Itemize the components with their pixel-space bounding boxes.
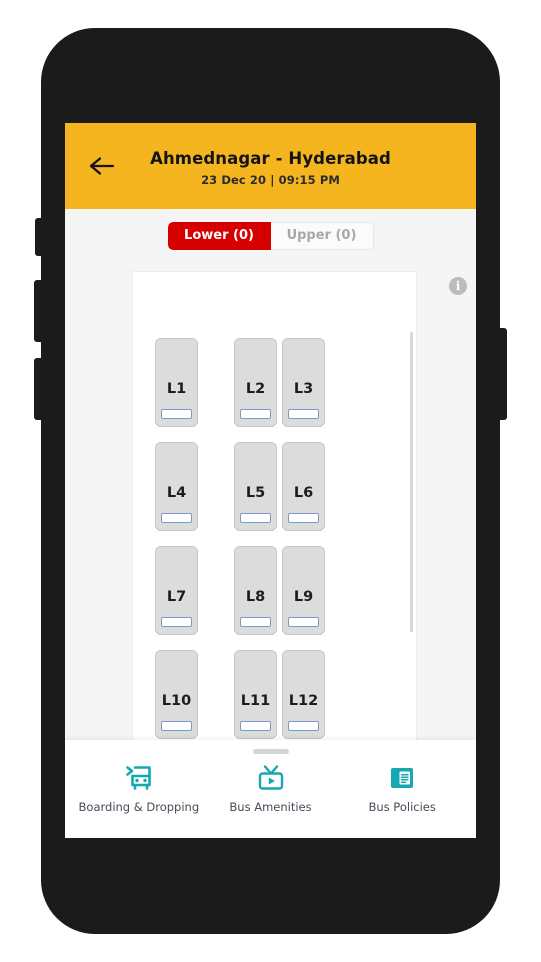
- app-screen: Ahmednagar - Hyderabad 23 Dec 20 | 09:15…: [65, 123, 476, 838]
- seat-armrest-indicator: [240, 721, 271, 731]
- seat-label: L6: [293, 485, 314, 501]
- seat-L2[interactable]: L2: [234, 338, 277, 427]
- seat-L1[interactable]: L1: [155, 338, 198, 427]
- seat-L6[interactable]: L6: [282, 442, 325, 531]
- tab-lower-deck[interactable]: Lower (0): [167, 221, 271, 250]
- power-button[interactable]: [498, 328, 507, 420]
- seat-L11[interactable]: L11: [234, 650, 277, 739]
- seat-label: L10: [161, 693, 192, 709]
- seat-L3[interactable]: L3: [282, 338, 325, 427]
- back-button[interactable]: [85, 149, 119, 183]
- seat-armrest-indicator: [240, 409, 271, 419]
- seatmap-scrollbar[interactable]: [410, 332, 413, 632]
- deck-tabbar: Lower (0) Upper (0): [65, 209, 476, 262]
- seat-L10[interactable]: L10: [155, 650, 198, 739]
- seat-row: L7 L8 L9: [133, 546, 416, 650]
- seat-armrest-indicator: [161, 617, 192, 627]
- nav-item-bus-amenities[interactable]: Bus Amenities: [205, 763, 337, 814]
- nav-item-bus-policies[interactable]: Bus Policies: [336, 763, 468, 814]
- seat-rows: L1 L2 L3 L4 L5 L6 L7 L8 L9 L10 L11 L12: [133, 272, 416, 754]
- seat-L5[interactable]: L5: [234, 442, 277, 531]
- bottom-nav: Boarding & Dropping Bus Amenities Bus Po…: [65, 754, 476, 814]
- seat-armrest-indicator: [240, 513, 271, 523]
- volume-up-button[interactable]: [34, 280, 43, 342]
- journey-datetime: 23 Dec 20 | 09:15 PM: [201, 173, 340, 188]
- seat-armrest-indicator: [161, 721, 192, 731]
- seat-row: L1 L2 L3: [133, 338, 416, 442]
- info-icon[interactable]: i: [449, 277, 467, 295]
- seat-armrest-indicator: [161, 513, 192, 523]
- seat-armrest-indicator: [240, 617, 271, 627]
- seat-L12[interactable]: L12: [282, 650, 325, 739]
- nav-item-bus-policies-label: Bus Policies: [368, 800, 436, 814]
- seat-armrest-indicator: [288, 617, 319, 627]
- seat-label: L9: [293, 589, 314, 605]
- seat-armrest-indicator: [161, 409, 192, 419]
- seat-armrest-indicator: [288, 721, 319, 731]
- arrow-left-icon: [89, 156, 115, 176]
- info-icon-glyph: i: [455, 279, 461, 293]
- route-title: Ahmednagar - Hyderabad: [150, 148, 391, 168]
- seat-label: L8: [245, 589, 266, 605]
- app-header: Ahmednagar - Hyderabad 23 Dec 20 | 09:15…: [65, 123, 476, 209]
- seat-row: L10 L11 L12: [133, 650, 416, 754]
- seat-label: L11: [240, 693, 271, 709]
- tab-lower-deck-label: Lower (0): [184, 228, 254, 243]
- seat-label: L4: [166, 485, 187, 501]
- seat-armrest-indicator: [288, 513, 319, 523]
- seat-L7[interactable]: L7: [155, 546, 198, 635]
- phone-frame: Ahmednagar - Hyderabad 23 Dec 20 | 09:15…: [34, 28, 507, 934]
- seat-L9[interactable]: L9: [282, 546, 325, 635]
- seat-label: L2: [245, 381, 266, 397]
- seat-label: L5: [245, 485, 266, 501]
- tv-icon: [256, 763, 286, 793]
- header-titles: Ahmednagar - Hyderabad 23 Dec 20 | 09:15…: [65, 145, 476, 188]
- seat-label: L3: [293, 381, 314, 397]
- document-icon: [387, 763, 417, 793]
- seat-armrest-indicator: [288, 409, 319, 419]
- nav-item-boarding-dropping[interactable]: Boarding & Dropping: [73, 763, 205, 814]
- seat-L8[interactable]: L8: [234, 546, 277, 635]
- seat-row: L4 L5 L6: [133, 442, 416, 546]
- tab-upper-deck[interactable]: Upper (0): [270, 221, 374, 250]
- mute-switch-button[interactable]: [35, 218, 43, 256]
- seat-L4[interactable]: L4: [155, 442, 198, 531]
- seat-label: L7: [166, 589, 187, 605]
- bottom-sheet: Boarding & Dropping Bus Amenities Bus Po…: [65, 740, 476, 838]
- tab-upper-deck-label: Upper (0): [286, 228, 357, 243]
- volume-down-button[interactable]: [34, 358, 43, 420]
- bus-icon: [124, 763, 154, 793]
- deck-tab-group: Lower (0) Upper (0): [167, 221, 374, 250]
- seat-label: L1: [166, 381, 187, 397]
- nav-item-boarding-dropping-label: Boarding & Dropping: [78, 800, 200, 814]
- seat-label: L12: [288, 693, 319, 709]
- nav-item-bus-amenities-label: Bus Amenities: [229, 800, 312, 814]
